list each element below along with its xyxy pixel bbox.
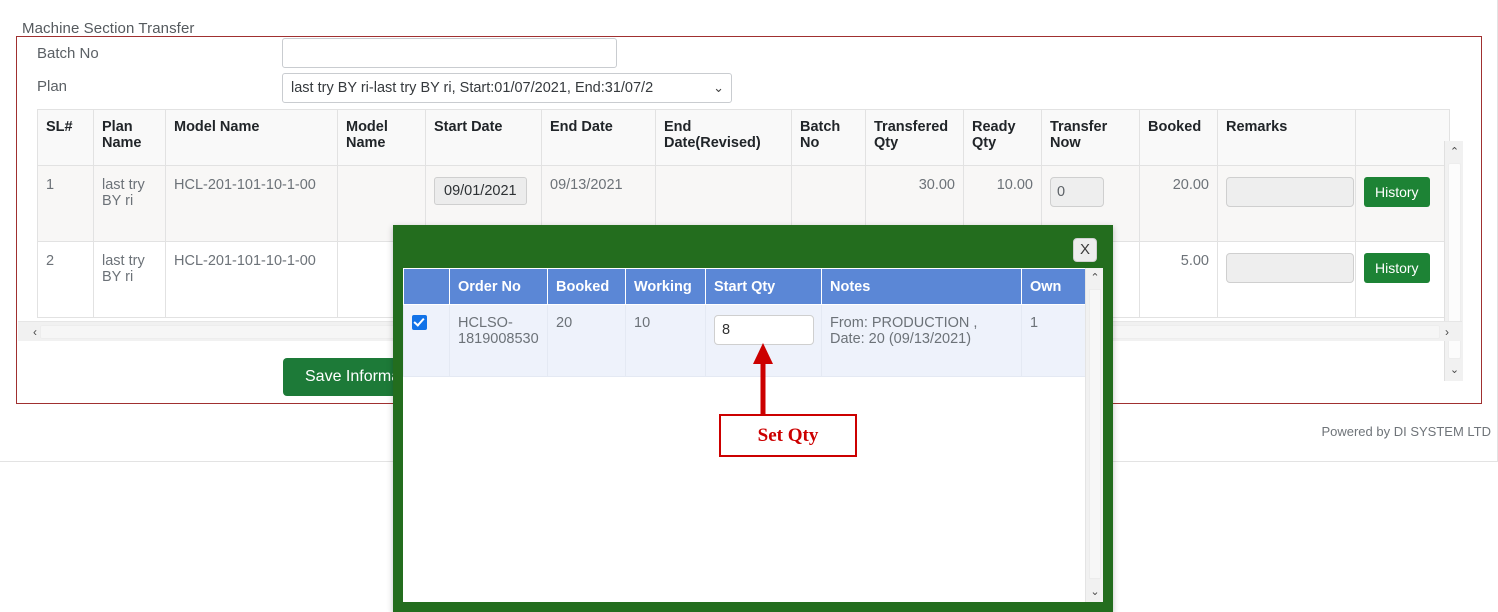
- cell-sl: 2: [37, 241, 94, 318]
- annotation-set-qty: Set Qty: [719, 414, 857, 457]
- history-button[interactable]: History: [1364, 177, 1430, 207]
- col-own: Own: [1021, 268, 1086, 305]
- cell-booked: 20.00: [1139, 165, 1218, 242]
- cell-actions: History: [1355, 241, 1450, 318]
- cell-order-no: HCLSO-1819008530: [449, 304, 548, 377]
- col-plan-name: Plan Name: [93, 109, 166, 166]
- cell-sl: 1: [37, 165, 94, 242]
- col-start-qty: Start Qty: [705, 268, 822, 305]
- start-date-picker[interactable]: 09/01/2021: [434, 177, 527, 205]
- cell-booked: 5.00: [1139, 241, 1218, 318]
- scroll-right-icon[interactable]: ›: [1438, 322, 1456, 342]
- col-select: [403, 268, 450, 305]
- cell-booked: 20: [547, 304, 626, 377]
- cell-plan-name: last try BY ri: [93, 165, 166, 242]
- cell-actions: History: [1355, 165, 1450, 242]
- scroll-up-icon[interactable]: ⌃: [1445, 143, 1464, 161]
- cell-own: 1: [1021, 304, 1086, 377]
- col-end-date: End Date: [541, 109, 656, 166]
- cell-select: [403, 304, 450, 377]
- close-icon[interactable]: X: [1073, 238, 1097, 262]
- row-select-checkbox[interactable]: [412, 315, 427, 330]
- cell-remarks: [1217, 165, 1356, 242]
- grid-vertical-scrollbar[interactable]: ⌃ ⌄: [1444, 141, 1463, 381]
- cell-model-name: HCL-201-101-10-1-00: [165, 165, 338, 242]
- plan-select-value: last try BY ri-last try BY ri, Start:01/…: [291, 80, 654, 96]
- order-grid-header-row: Order No Booked Working Start Qty Notes …: [403, 268, 1086, 305]
- col-transfered-qty: Transfered Qty: [865, 109, 964, 166]
- footer-powered-by: Powered by DI SYSTEM LTD: [1321, 424, 1491, 439]
- scroll-down-icon[interactable]: ⌄: [1086, 583, 1103, 601]
- col-remarks: Remarks: [1217, 109, 1356, 166]
- chevron-down-icon: ⌄: [713, 80, 724, 95]
- table-row: HCLSO-1819008530 20 10 From: PRODUCTION …: [403, 304, 1086, 377]
- col-end-date-revised: End Date(Revised): [655, 109, 792, 166]
- batch-no-label: Batch No: [37, 45, 99, 62]
- cell-model-name: HCL-201-101-10-1-00: [165, 241, 338, 318]
- col-booked: Booked: [1139, 109, 1218, 166]
- col-transfer-now: Transfer Now: [1041, 109, 1140, 166]
- remarks-input[interactable]: [1226, 253, 1354, 283]
- scroll-up-icon[interactable]: ⌃: [1086, 269, 1103, 287]
- annotation-arrow-icon: [753, 343, 773, 418]
- plan-select[interactable]: last try BY ri-last try BY ri, Start:01/…: [282, 73, 732, 103]
- modal-vertical-scrollbar[interactable]: ⌃ ⌄: [1085, 268, 1103, 602]
- col-booked: Booked: [547, 268, 626, 305]
- col-working: Working: [625, 268, 706, 305]
- cell-working: 10: [625, 304, 706, 377]
- col-model-name-2: Model Name: [337, 109, 426, 166]
- history-button[interactable]: History: [1364, 253, 1430, 283]
- cell-plan-name: last try BY ri: [93, 241, 166, 318]
- col-start-date: Start Date: [425, 109, 542, 166]
- modal-vertical-scrollbar-thumb[interactable]: [1089, 289, 1101, 579]
- cell-remarks: [1217, 241, 1356, 318]
- col-actions: [1355, 109, 1450, 166]
- remarks-input[interactable]: [1226, 177, 1354, 207]
- transfer-grid-header-row: SL# Plan Name Model Name Model Name Star…: [37, 109, 1450, 166]
- plan-label: Plan: [37, 78, 68, 95]
- scroll-down-icon[interactable]: ⌄: [1445, 361, 1464, 379]
- cell-notes: From: PRODUCTION , Date: 20 (09/13/2021): [821, 304, 1022, 377]
- col-ready-qty: Ready Qty: [963, 109, 1042, 166]
- transfer-now-input[interactable]: [1050, 177, 1104, 207]
- page-title: Machine Section Transfer: [22, 20, 195, 37]
- col-batch-no: Batch No: [791, 109, 866, 166]
- col-sl: SL#: [37, 109, 94, 166]
- col-model-name: Model Name: [165, 109, 338, 166]
- col-notes: Notes: [821, 268, 1022, 305]
- order-grid: Order No Booked Working Start Qty Notes …: [403, 268, 1086, 377]
- col-order-no: Order No: [449, 268, 548, 305]
- batch-no-input[interactable]: [282, 38, 617, 68]
